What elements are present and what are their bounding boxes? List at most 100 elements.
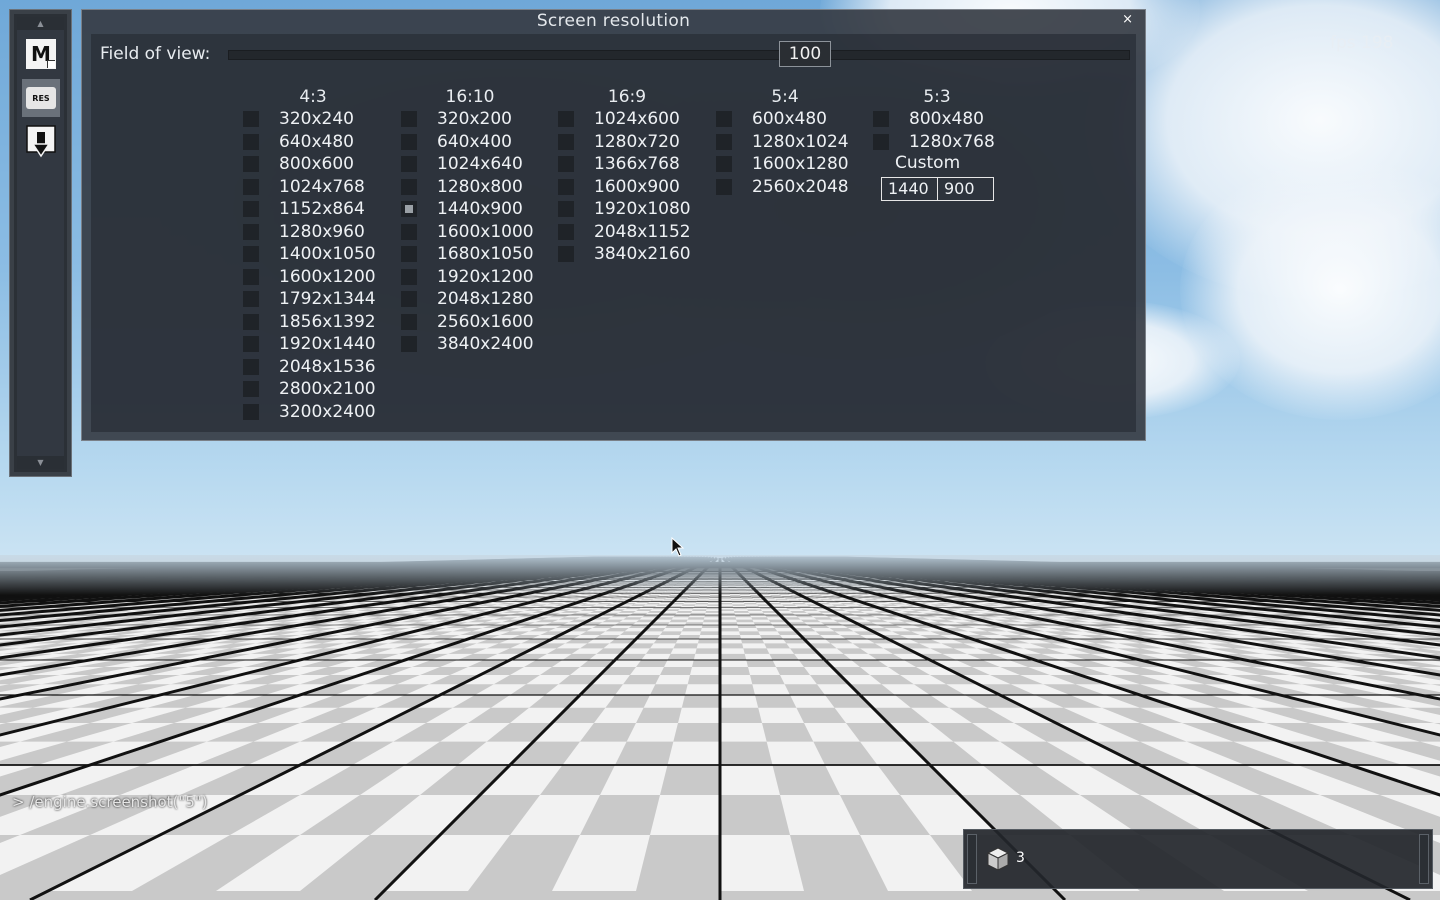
resolution-label: 800x600: [279, 153, 354, 176]
resolution-checkbox[interactable]: [873, 133, 889, 150]
resolution-checkbox[interactable]: [243, 268, 259, 285]
hotbar-slot[interactable]: 3: [978, 838, 1025, 882]
field-of-view-slider-handle[interactable]: 100: [779, 41, 831, 67]
resolution-option[interactable]: 1024x640: [401, 153, 539, 176]
resolution-label: 1280x768: [909, 131, 995, 154]
main-menu-button[interactable]: M: [22, 35, 60, 73]
resolution-checkbox[interactable]: [401, 201, 417, 217]
resolution-checkbox[interactable]: [243, 313, 259, 330]
resolution-checkbox[interactable]: [716, 111, 732, 127]
resolution-label: 1680x1050: [437, 243, 534, 266]
resolution-option[interactable]: 1680x1050: [401, 243, 539, 266]
resolution-label: 1600x1280: [752, 153, 849, 176]
field-of-view-slider[interactable]: 100: [228, 41, 1130, 67]
resolution-label: 2048x1536: [279, 356, 376, 379]
resolution-checkbox[interactable]: [243, 291, 259, 307]
resolution-option[interactable]: 1280x960: [243, 221, 383, 244]
resolution-checkbox[interactable]: [401, 178, 417, 195]
resolution-option[interactable]: 1792x1344: [243, 288, 383, 311]
resolution-option[interactable]: 1152x864: [243, 198, 383, 221]
toolbar-scroll-up-button[interactable]: ▲: [17, 17, 64, 30]
resolution-option[interactable]: 640x480: [243, 131, 383, 154]
resolution-checkbox[interactable]: [243, 156, 259, 172]
toolbar-scroll-down-button[interactable]: ▼: [17, 456, 64, 469]
resolution-checkbox[interactable]: [558, 223, 574, 240]
resolution-checkbox[interactable]: [243, 403, 259, 420]
resolution-checkbox[interactable]: [243, 336, 259, 352]
resolution-option[interactable]: 1280x768: [873, 131, 1001, 154]
resolution-option[interactable]: 1920x1440: [243, 333, 383, 356]
resolution-option[interactable]: 2048x1280: [401, 288, 539, 311]
custom-width-input[interactable]: 1440: [881, 177, 938, 201]
resolution-option[interactable]: 1280x1024: [716, 131, 854, 154]
resolution-checkbox[interactable]: [558, 133, 574, 150]
resolution-option[interactable]: 2800x2100: [243, 378, 383, 401]
resolution-checkbox[interactable]: [401, 133, 417, 150]
resolution-option[interactable]: 600x480: [716, 108, 854, 131]
resolution-option[interactable]: 1024x768: [243, 176, 383, 199]
resolution-option[interactable]: 1024x600: [558, 108, 696, 131]
resolution-checkbox[interactable]: [243, 178, 259, 195]
resolution-option[interactable]: 2560x1600: [401, 311, 539, 334]
resolution-label: 1440x900: [437, 198, 523, 221]
resolution-option[interactable]: 2048x1536: [243, 356, 383, 379]
resolution-checkbox[interactable]: [558, 178, 574, 195]
hotbar-right-edge[interactable]: [1419, 834, 1429, 884]
resolution-checkbox[interactable]: [716, 156, 732, 172]
resolution-option[interactable]: 1856x1392: [243, 311, 383, 334]
resolution-checkbox[interactable]: [243, 223, 259, 240]
resolution-checkbox[interactable]: [401, 156, 417, 172]
resolution-option[interactable]: 3840x2400: [401, 333, 539, 356]
toolbar-inner: ▲ M RES ▼: [17, 17, 64, 469]
resolution-checkbox[interactable]: [243, 246, 259, 262]
resolution-option[interactable]: 800x600: [243, 153, 383, 176]
resolution-checkbox[interactable]: [401, 111, 417, 127]
resolution-option[interactable]: 1600x900: [558, 176, 696, 199]
resolution-label: 2560x2048: [752, 176, 849, 199]
resolution-option[interactable]: 1600x1200: [243, 266, 383, 289]
resolution-checkbox[interactable]: [558, 111, 574, 127]
resolution-checkbox[interactable]: [401, 313, 417, 330]
resolution-option[interactable]: 1440x900: [401, 198, 539, 221]
resolution-checkbox[interactable]: [873, 111, 889, 127]
resolution-option[interactable]: 1280x800: [401, 176, 539, 199]
resolution-checkbox[interactable]: [243, 133, 259, 150]
resolution-checkbox[interactable]: [243, 201, 259, 217]
resolution-checkbox[interactable]: [716, 133, 732, 150]
resolution-column: 16:9 1024x600 1280x720 1366x768 1600x900 1920…: [558, 86, 696, 266]
resolution-option[interactable]: 1600x1000: [401, 221, 539, 244]
resolution-option[interactable]: 1600x1280: [716, 153, 854, 176]
console-line: > /engine.screenshot("5"): [12, 793, 208, 811]
resolution-checkbox[interactable]: [243, 381, 259, 397]
resolution-checkbox[interactable]: [401, 336, 417, 352]
resolution-option[interactable]: 3200x2400: [243, 401, 383, 424]
resolution-option[interactable]: 320x200: [401, 108, 539, 131]
resolution-checkbox[interactable]: [558, 156, 574, 172]
resolution-checkbox[interactable]: [243, 358, 259, 375]
resolution-button[interactable]: RES: [22, 79, 60, 117]
resolution-option[interactable]: 1920x1200: [401, 266, 539, 289]
resolution-option[interactable]: 1400x1050: [243, 243, 383, 266]
resolution-checkbox[interactable]: [243, 111, 259, 127]
resolution-option[interactable]: 1920x1080: [558, 198, 696, 221]
save-button[interactable]: [22, 123, 60, 161]
resolution-option[interactable]: 2560x2048: [716, 176, 854, 199]
resolution-option[interactable]: 1366x768: [558, 153, 696, 176]
resolution-option[interactable]: 800x480: [873, 108, 1001, 131]
resolution-checkbox[interactable]: [716, 178, 732, 195]
resolution-checkbox[interactable]: [401, 246, 417, 262]
custom-height-input[interactable]: 900: [937, 177, 994, 201]
resolution-option[interactable]: 1280x720: [558, 131, 696, 154]
resolution-option[interactable]: 320x240: [243, 108, 383, 131]
resolution-option[interactable]: 3840x2160: [558, 243, 696, 266]
hotbar-left-edge[interactable]: [967, 834, 977, 884]
resolution-checkbox[interactable]: [401, 268, 417, 285]
aspect-ratio-heading: 5:3: [873, 86, 1001, 108]
resolution-checkbox[interactable]: [401, 291, 417, 307]
resolution-option[interactable]: 640x400: [401, 131, 539, 154]
close-button[interactable]: ×: [1122, 12, 1133, 27]
resolution-checkbox[interactable]: [558, 201, 574, 217]
resolution-checkbox[interactable]: [401, 223, 417, 240]
resolution-option[interactable]: 2048x1152: [558, 221, 696, 244]
resolution-checkbox[interactable]: [558, 246, 574, 262]
